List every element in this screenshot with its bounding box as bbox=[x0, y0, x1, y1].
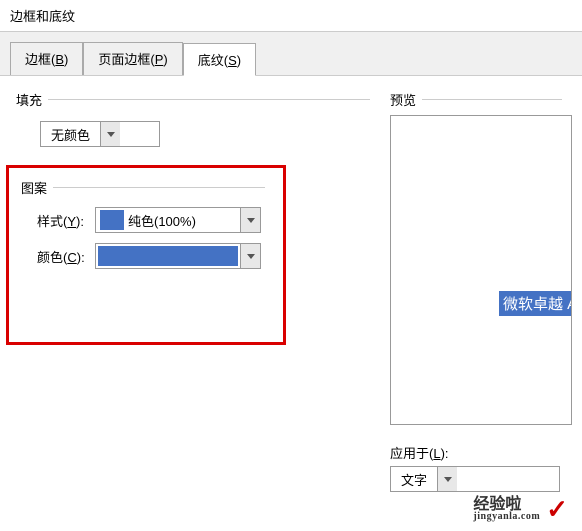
preview-sample-text: 微软卓越 Aa bbox=[499, 291, 572, 316]
chevron-down-icon bbox=[100, 122, 120, 146]
preview-group-label: 预览 bbox=[390, 90, 572, 109]
divider bbox=[53, 187, 265, 188]
color-dropdown[interactable] bbox=[95, 243, 261, 269]
watermark: 经验啦 jingyanla.com ✓ bbox=[473, 494, 568, 525]
check-icon: ✓ bbox=[546, 494, 568, 525]
chevron-down-icon bbox=[437, 467, 457, 491]
divider bbox=[422, 99, 562, 100]
divider bbox=[48, 99, 370, 100]
window-title-text: 边框和底纹 bbox=[10, 9, 75, 24]
color-label: 颜色(C): bbox=[37, 247, 95, 266]
color-swatch bbox=[98, 246, 238, 266]
style-dropdown[interactable]: 纯色(100%) bbox=[95, 207, 261, 233]
highlight-box: 图案 样式(Y): 纯色(100%) bbox=[6, 165, 286, 345]
fill-group-label: 填充 bbox=[16, 90, 380, 109]
watermark-top: 经验啦 bbox=[473, 498, 540, 512]
apply-to-dropdown[interactable]: 文字 bbox=[390, 466, 560, 492]
fill-color-value: 无颜色 bbox=[41, 122, 100, 146]
tab-border[interactable]: 边框(B) bbox=[10, 42, 83, 75]
window-title: 边框和底纹 bbox=[0, 0, 582, 32]
pattern-group-label: 图案 bbox=[21, 178, 275, 197]
fill-color-dropdown[interactable]: 无颜色 bbox=[40, 121, 160, 147]
chevron-down-icon bbox=[240, 208, 260, 232]
style-value: 纯色(100%) bbox=[128, 211, 196, 230]
watermark-bottom: jingyanla.com bbox=[473, 512, 540, 522]
tab-shading[interactable]: 底纹(S) bbox=[183, 43, 256, 76]
chevron-down-icon bbox=[240, 244, 260, 268]
apply-to-label: 应用于(L): bbox=[390, 443, 572, 462]
apply-to-value: 文字 bbox=[391, 467, 437, 491]
style-label: 样式(Y): bbox=[37, 211, 95, 230]
style-swatch bbox=[100, 210, 124, 230]
tab-page-border[interactable]: 页面边框(P) bbox=[83, 42, 182, 75]
preview-area: 微软卓越 Aa bbox=[390, 115, 572, 425]
tab-bar: 边框(B) 页面边框(P) 底纹(S) bbox=[0, 32, 582, 76]
